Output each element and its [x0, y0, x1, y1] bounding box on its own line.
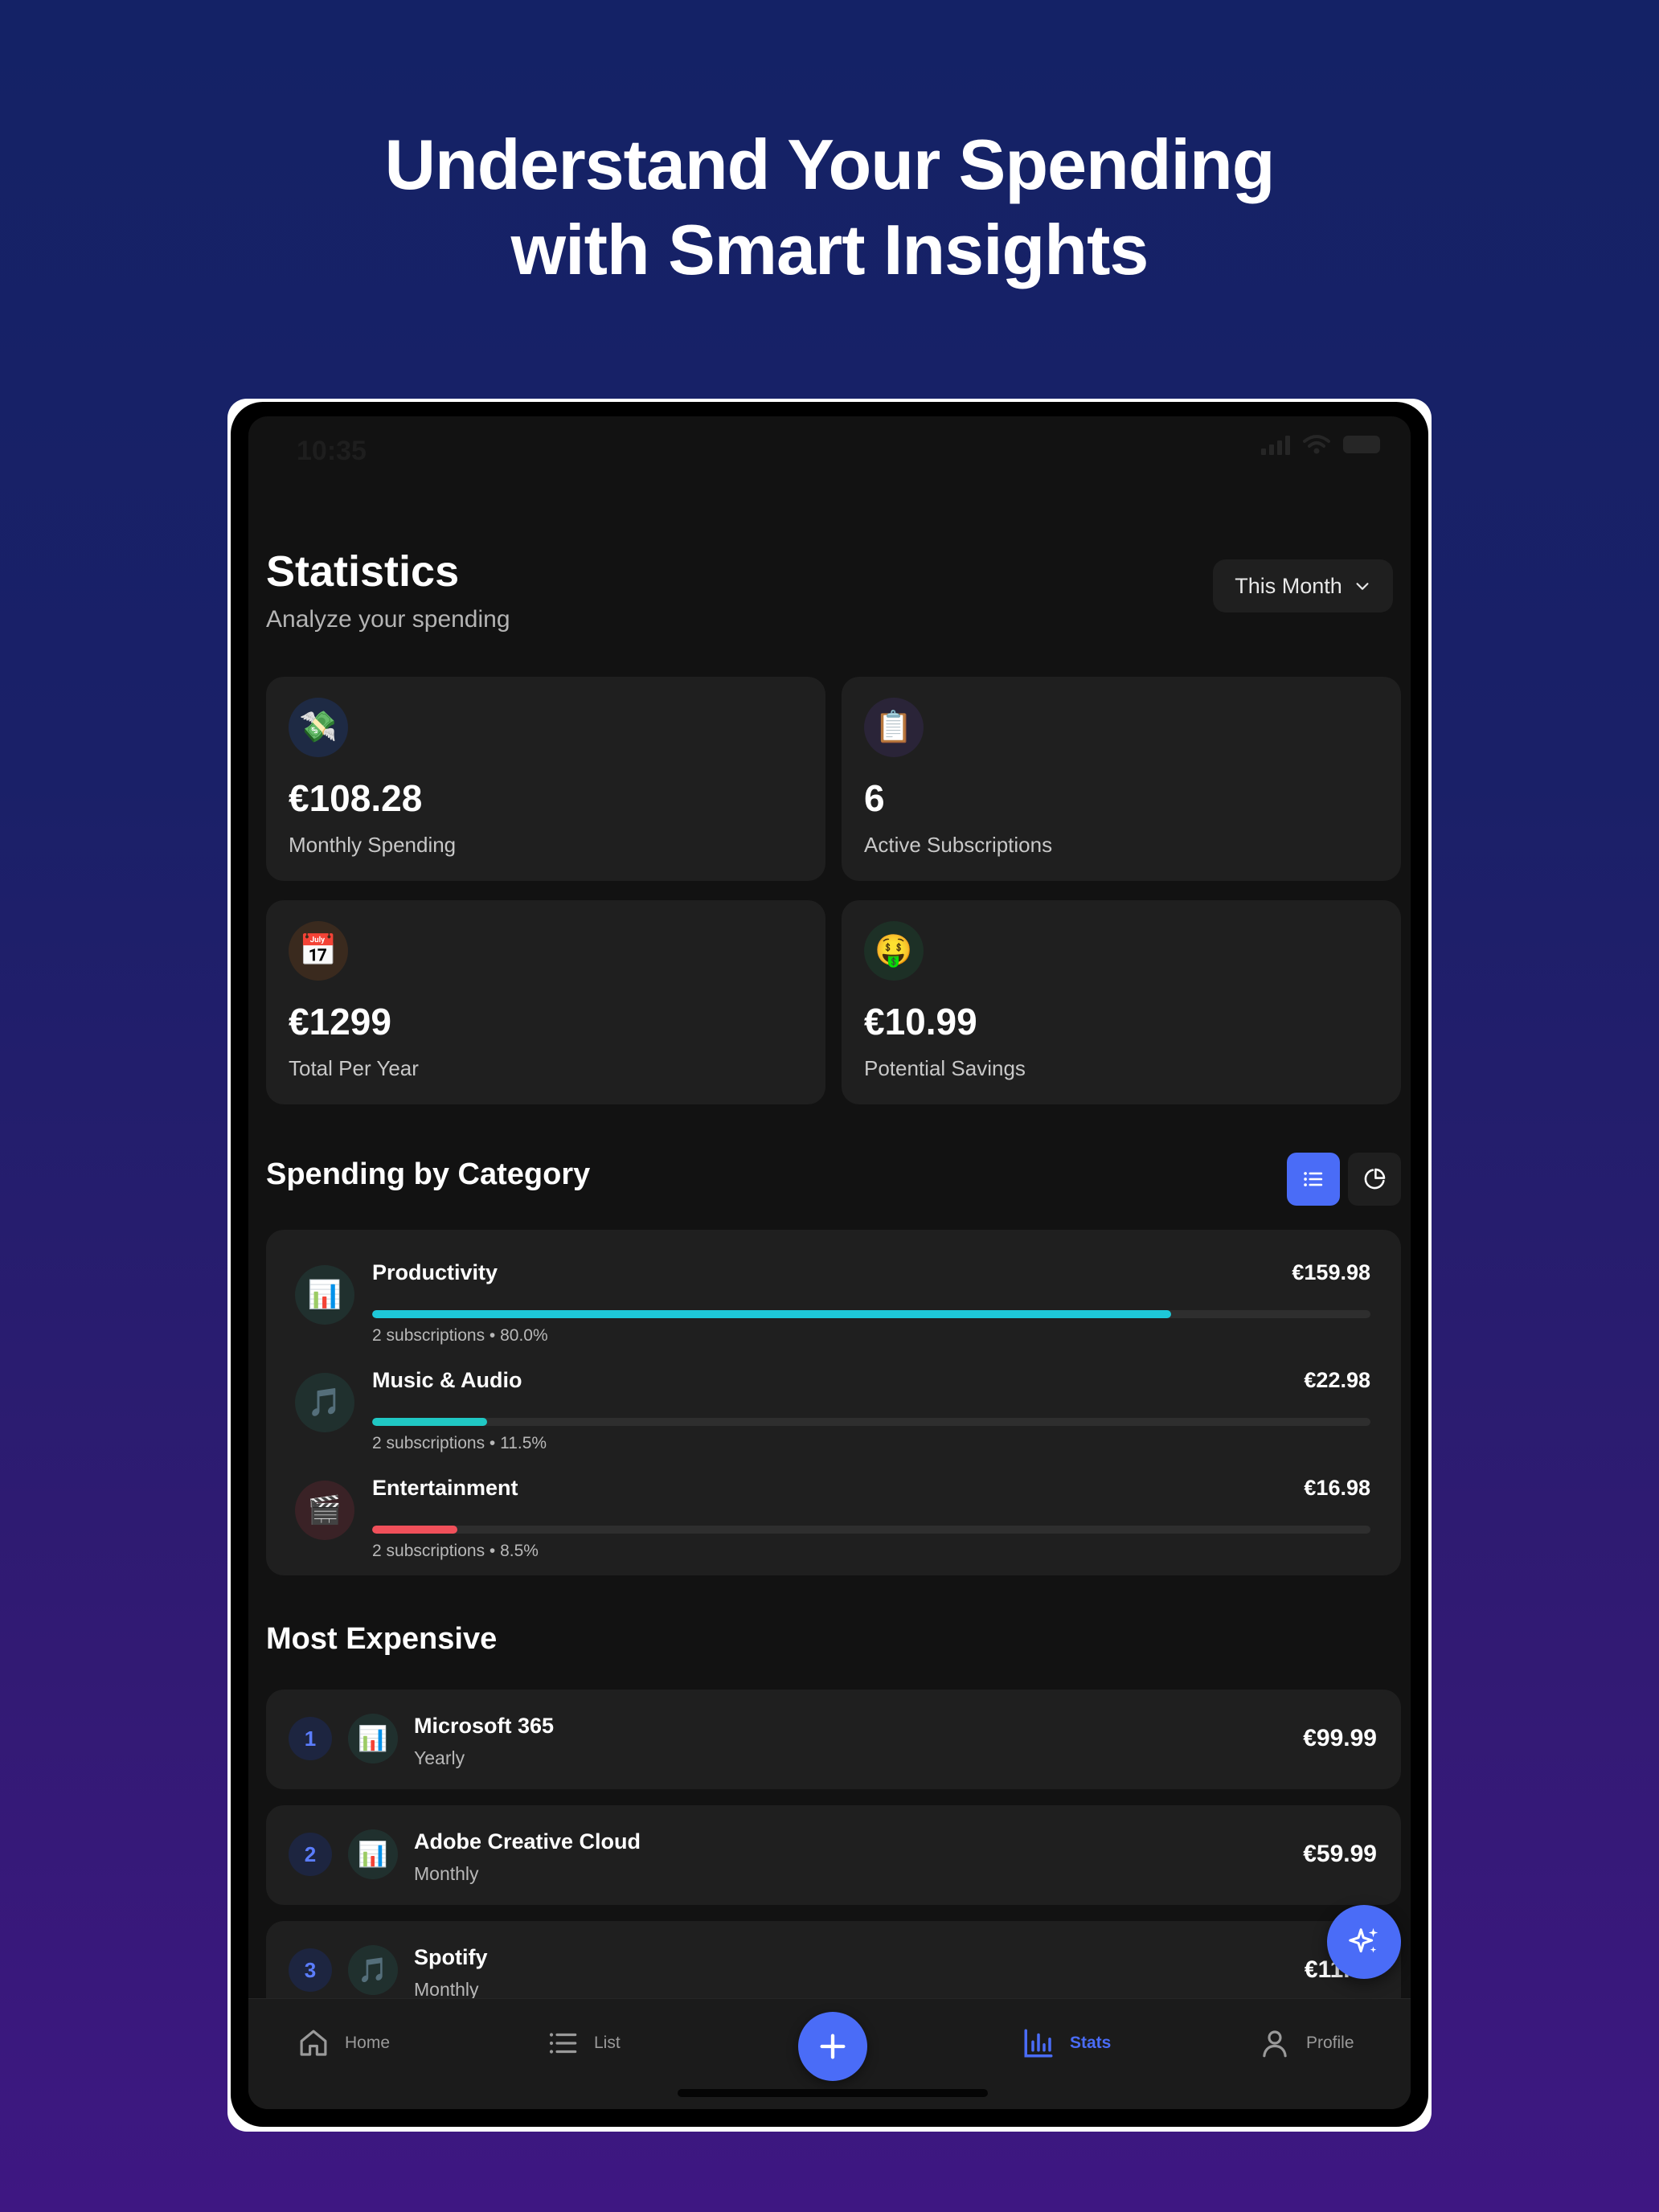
headline-line-2: with Smart Insights — [510, 210, 1149, 289]
tab-list[interactable]: List — [546, 2026, 621, 2060]
chevron-down-icon — [1356, 583, 1369, 590]
stats-bar-icon — [1024, 2029, 1053, 2058]
money-wings-icon: 💸 — [289, 698, 348, 757]
active-subscriptions-value: 6 — [864, 777, 885, 819]
headline-line-1: Understand Your Spending — [384, 125, 1275, 204]
category-meta: 2 subscriptions • 8.5% — [372, 1542, 539, 1560]
category-meta: 2 subscriptions • 11.5% — [372, 1434, 547, 1452]
bottom-tab-bar: Home List Stats Profile — [248, 1998, 1411, 2109]
home-icon — [300, 2030, 327, 2056]
active-subscriptions-label: Active Subscriptions — [864, 833, 1053, 857]
sparkles-icon — [1349, 1927, 1378, 1953]
category-section-title: Spending by Category — [266, 1157, 591, 1191]
category-amount: €159.98 — [1292, 1260, 1370, 1284]
category-progress-fill — [372, 1310, 1171, 1318]
music-note-icon: 🎵 — [348, 1945, 398, 1995]
plus-icon — [820, 2034, 846, 2059]
expensive-item-adobe-creative-cloud[interactable]: 2 📊 Adobe Creative Cloud Monthly €59.99 — [266, 1805, 1401, 1905]
expensive-item-microsoft-365[interactable]: 1 📊 Microsoft 365 Yearly €99.99 — [266, 1690, 1401, 1789]
bar-chart-icon: 📊 — [295, 1265, 354, 1325]
category-progress-track — [372, 1418, 1370, 1426]
active-subscriptions-card[interactable]: 📋 6 Active Subscriptions — [842, 677, 1401, 881]
period-selector[interactable]: This Month — [1213, 559, 1393, 612]
category-progress-fill — [372, 1418, 487, 1426]
potential-savings-value: €10.99 — [864, 1001, 977, 1043]
tab-list-label: List — [594, 2034, 621, 2052]
pie-view-toggle[interactable] — [1348, 1153, 1401, 1206]
list-icon — [549, 2033, 577, 2054]
home-indicator — [678, 2089, 988, 2097]
subscription-name: Microsoft 365 — [414, 1714, 555, 1738]
category-name: Music & Audio — [372, 1368, 522, 1392]
category-amount: €22.98 — [1304, 1368, 1370, 1392]
billing-cycle: Yearly — [414, 1747, 465, 1768]
status-time: 10:35 — [297, 436, 367, 466]
category-progress-fill — [372, 1526, 457, 1534]
total-per-year-value: €1299 — [289, 1001, 391, 1043]
clapper-board-icon: 🎬 — [295, 1481, 354, 1540]
list-view-toggle[interactable] — [1287, 1153, 1340, 1206]
subscription-amount: €99.99 — [1303, 1725, 1377, 1751]
category-row-music-audio[interactable]: 🎵 Music & Audio €22.98 2 subscriptions •… — [266, 1354, 1401, 1452]
wifi-icon — [1303, 435, 1330, 454]
music-note-icon: 🎵 — [295, 1373, 354, 1432]
battery-icon — [1343, 436, 1380, 453]
add-subscription-button[interactable] — [798, 2012, 867, 2081]
category-amount: €16.98 — [1304, 1476, 1370, 1500]
tab-home-label: Home — [345, 2034, 391, 2052]
clipboard-icon: 📋 — [864, 698, 924, 757]
tab-stats[interactable]: Stats — [1022, 2026, 1111, 2060]
tab-profile-label: Profile — [1306, 2034, 1354, 2052]
bar-chart-icon: 📊 — [348, 1714, 398, 1763]
rank-badge: 3 — [289, 1948, 332, 1992]
total-per-year-card[interactable]: 📅 €1299 Total Per Year — [266, 900, 825, 1104]
calendar-icon: 📅 — [289, 921, 348, 981]
billing-cycle: Monthly — [414, 1979, 479, 2000]
category-row-entertainment[interactable]: 🎬 Entertainment €16.98 2 subscriptions •… — [266, 1461, 1401, 1560]
money-mouth-face-icon: 🤑 — [864, 921, 924, 981]
cellular-signal-icon — [1261, 434, 1290, 455]
page-title: Statistics — [266, 547, 460, 596]
total-per-year-label: Total Per Year — [289, 1056, 419, 1080]
subscription-name: Adobe Creative Cloud — [414, 1829, 641, 1854]
rank-badge: 1 — [289, 1717, 332, 1760]
monthly-spending-label: Monthly Spending — [289, 833, 457, 857]
marketing-headline: Understand Your Spending with Smart Insi… — [0, 122, 1659, 293]
category-breakdown-panel: 📊 Productivity €159.98 2 subscriptions •… — [266, 1230, 1401, 1575]
most-expensive-title: Most Expensive — [266, 1622, 498, 1656]
status-icons — [1261, 434, 1380, 455]
app-screen: 10:35 Statistics Analyze your spending T — [248, 416, 1411, 2109]
tab-home[interactable]: Home — [297, 2026, 390, 2060]
pie-chart-icon — [1364, 1168, 1386, 1190]
tab-profile[interactable]: Profile — [1258, 2026, 1354, 2060]
ai-insights-button[interactable] — [1327, 1905, 1401, 1979]
category-name: Entertainment — [372, 1476, 518, 1500]
category-progress-track — [372, 1526, 1370, 1534]
list-view-icon — [1304, 1172, 1323, 1186]
status-bar: 10:35 — [248, 416, 1411, 481]
monthly-spending-card[interactable]: 💸 €108.28 Monthly Spending — [266, 677, 825, 881]
billing-cycle: Monthly — [414, 1863, 479, 1884]
page-subtitle: Analyze your spending — [266, 606, 510, 633]
device-bezel: 10:35 Statistics Analyze your spending T — [231, 402, 1428, 2127]
period-label: This Month — [1235, 573, 1342, 598]
rank-badge: 2 — [289, 1833, 332, 1876]
subscription-amount: €59.99 — [1303, 1841, 1377, 1867]
monthly-spending-value: €108.28 — [289, 777, 423, 819]
bar-chart-icon: 📊 — [348, 1829, 398, 1879]
category-meta: 2 subscriptions • 80.0% — [372, 1326, 548, 1345]
person-icon — [1263, 2030, 1287, 2058]
tab-stats-label: Stats — [1070, 2034, 1112, 2052]
potential-savings-card[interactable]: 🤑 €10.99 Potential Savings — [842, 900, 1401, 1104]
category-progress-track — [372, 1310, 1370, 1318]
subscription-name: Spotify — [414, 1945, 488, 1969]
potential-savings-label: Potential Savings — [864, 1056, 1026, 1080]
tablet-device-frame: 10:35 Statistics Analyze your spending T — [227, 399, 1432, 2132]
category-row-productivity[interactable]: 📊 Productivity €159.98 2 subscriptions •… — [266, 1246, 1401, 1345]
category-name: Productivity — [372, 1260, 498, 1284]
